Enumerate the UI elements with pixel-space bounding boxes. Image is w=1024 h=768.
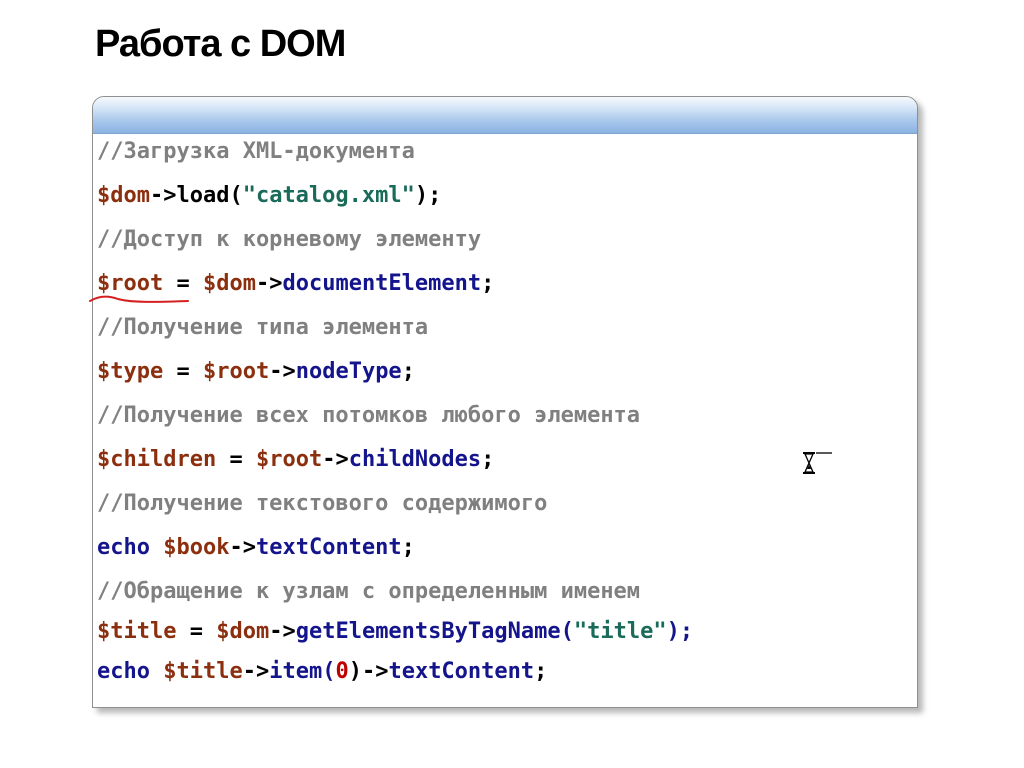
code-token: "catalog.xml" (242, 183, 415, 208)
code-token: nodeType (295, 359, 402, 384)
code-token: getElementsByTagName( (295, 619, 574, 644)
code-token: ; (534, 659, 548, 684)
code-token: $root (202, 359, 270, 384)
code-token: = (163, 271, 203, 296)
code-token: -> (242, 659, 270, 684)
code-statement-line: $children = $root->childNodes; (97, 447, 693, 491)
code-token: //Обращение к узлам с определенным имене… (97, 579, 641, 604)
code-token: $dom (216, 619, 270, 644)
code-token: //Доступ к корневому элементу (97, 227, 482, 252)
code-token: $root (97, 271, 164, 296)
code-token: textContent (255, 535, 402, 560)
code-token: -> (255, 271, 283, 296)
code-token: $dom (97, 183, 150, 208)
code-token: ; (401, 359, 415, 384)
code-token: ; (481, 447, 495, 472)
code-panel: //Загрузка XML-документа $dom->load("cata… (92, 96, 918, 708)
code-listing: //Загрузка XML-документа $dom->load("cata… (97, 139, 693, 699)
code-token: -> (229, 535, 256, 560)
code-comment-line: //Получение текстового содержимого (97, 491, 693, 535)
code-token: 0 (335, 659, 349, 684)
code-token: ); (666, 619, 694, 644)
hourglass-cursor-icon (803, 452, 832, 474)
code-token: $title (163, 659, 243, 684)
code-token: = (163, 359, 203, 384)
code-token: item( (269, 659, 336, 684)
code-statement-line: echo $title->item(0)->textContent; (97, 659, 693, 699)
code-comment-line: //Доступ к корневому элементу (97, 227, 693, 271)
code-statement-line: $dom->load("catalog.xml"); (97, 183, 693, 227)
code-token: $dom (202, 271, 256, 296)
code-token: $title (97, 619, 177, 644)
code-statement-line: $type = $root->nodeType; (97, 359, 693, 403)
code-token: -> (269, 619, 296, 644)
code-token: = (216, 447, 256, 472)
code-token: ; (401, 535, 415, 560)
code-token: //Загрузка XML-документа (97, 139, 415, 164)
code-token: ; (481, 271, 495, 296)
code-token: ->load( (149, 183, 243, 208)
code-token: //Получение всех потомков любого элемент… (97, 403, 641, 428)
code-token: $book (163, 535, 230, 560)
code-statement-line: $title = $dom->getElementsByTagName("tit… (97, 619, 693, 659)
code-token: echo (97, 659, 150, 684)
code-comment-line: //Загрузка XML-документа (97, 139, 693, 183)
code-token: $children (97, 447, 217, 472)
code-token: //Получение текстового содержимого (97, 491, 548, 516)
code-comment-line: //Получение типа элемента (97, 315, 693, 359)
code-token: textContent (388, 659, 535, 684)
code-comment-line: //Обращение к узлам с определенным имене… (97, 579, 693, 619)
code-token: //Получение типа элемента (97, 315, 429, 340)
code-panel-header (93, 97, 917, 134)
code-token: echo (97, 535, 150, 560)
code-statement-line: echo $book->textContent; (97, 535, 693, 579)
code-token: $type (97, 359, 164, 384)
code-token: childNodes (348, 447, 482, 472)
code-token: $root (255, 447, 323, 472)
code-token: "title" (573, 619, 667, 644)
code-comment-line: //Получение всех потомков любого элемент… (97, 403, 693, 447)
code-token: -> (322, 447, 349, 472)
code-token: ); (414, 183, 442, 208)
code-token: documentElement (282, 271, 482, 296)
slide-title: Работа с DOM (95, 23, 346, 65)
code-statement-line: $root = $dom->documentElement; (97, 271, 693, 315)
code-token: )-> (348, 659, 389, 684)
code-token: = (176, 619, 217, 644)
code-token: -> (269, 359, 296, 384)
